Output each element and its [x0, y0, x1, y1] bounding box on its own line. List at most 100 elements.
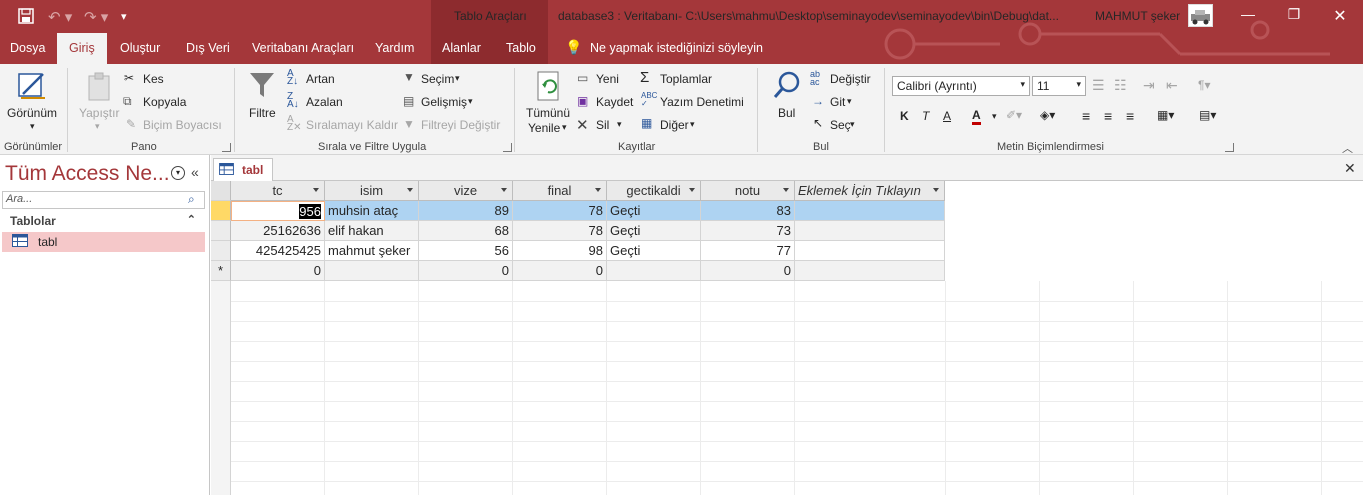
goto-button[interactable]: Git [830, 95, 845, 109]
table-cell[interactable]: 0 [231, 261, 325, 281]
more-button[interactable]: Diğer [660, 118, 689, 132]
toggle-filter-button[interactable]: Filtreyi Değiştir [421, 118, 500, 132]
select-button[interactable]: Seç [830, 118, 851, 132]
table-cell[interactable]: 83 [701, 201, 795, 221]
align-right-icon[interactable]: ≡ [1126, 108, 1134, 124]
paste-icon[interactable] [86, 72, 114, 105]
table-cell[interactable] [795, 261, 945, 281]
nav-item-tabl[interactable]: tabl [2, 232, 205, 252]
fill-color-icon[interactable]: ◈▾ [1040, 108, 1055, 122]
descending-button[interactable]: Azalan [306, 95, 343, 109]
tab-external-data[interactable]: Dış Veri [186, 41, 230, 55]
goto-dropdown-icon[interactable]: ▾ [847, 96, 852, 107]
save-icon[interactable] [18, 8, 34, 28]
table-cell[interactable]: 25162636 [231, 221, 325, 241]
refresh-all-label-1[interactable]: Tümünü [526, 106, 570, 120]
collapse-ribbon-icon[interactable]: ︿ [1342, 140, 1353, 156]
table-cell[interactable]: 89 [419, 201, 513, 221]
tab-create[interactable]: Oluştur [120, 41, 160, 55]
nav-pane-title[interactable]: Tüm Access Ne... [5, 162, 170, 186]
font-size-combo[interactable]: 11 ▾ [1032, 76, 1086, 96]
nav-menu-chevron-icon[interactable]: ▾ [171, 166, 185, 180]
font-name-combo[interactable]: Calibri (Ayrıntı) ▾ [892, 76, 1030, 96]
numbering-icon[interactable]: ☷ [1114, 77, 1127, 94]
paste-dropdown-icon[interactable]: ▾ [95, 121, 100, 132]
tab-help[interactable]: Yardım [375, 41, 414, 55]
copy-button[interactable]: Kopyala [143, 95, 186, 109]
row-selector[interactable] [211, 241, 231, 261]
column-dropdown-icon[interactable] [407, 188, 413, 192]
delete-dropdown-icon[interactable]: ▾ [617, 119, 622, 130]
column-dropdown-icon[interactable] [313, 188, 319, 192]
new-record-button[interactable]: Yeni [596, 72, 619, 86]
new-record-marker[interactable]: * [211, 261, 231, 281]
table-cell[interactable]: mahmut şeker [325, 241, 419, 261]
refresh-icon[interactable] [536, 70, 562, 105]
view-button[interactable]: Görünüm [7, 106, 57, 120]
table-cell[interactable]: 73 [701, 221, 795, 241]
bullets-icon[interactable]: ☰ [1092, 77, 1105, 94]
selection-button[interactable]: Seçim [421, 72, 454, 86]
alternate-row-color-icon[interactable]: ▤▾ [1199, 108, 1216, 122]
gridlines-icon[interactable]: ▦▾ [1157, 108, 1174, 122]
tab-home[interactable]: Giriş [57, 33, 107, 64]
tab-table[interactable]: Tablo [506, 41, 536, 55]
table-cell[interactable]: elif hakan [325, 221, 419, 241]
italic-button[interactable]: T [922, 109, 929, 123]
indent-increase-icon[interactable]: ⇥ [1143, 77, 1155, 94]
column-header-vize[interactable]: vize [419, 181, 513, 201]
redo-icon[interactable]: ↷ ▾ [84, 8, 108, 26]
tab-file[interactable]: Dosya [10, 41, 45, 55]
underline-button[interactable]: A [943, 109, 951, 123]
table-cell[interactable]: 78 [513, 221, 607, 241]
format-painter-button[interactable]: Biçim Boyacısı [143, 118, 222, 132]
table-cell[interactable]: 56 [419, 241, 513, 261]
table-cell[interactable]: Geçti [607, 201, 701, 221]
clipboard-launcher-icon[interactable] [222, 143, 231, 152]
shutter-bar-icon[interactable]: « [191, 164, 199, 180]
column-header-notu[interactable]: notu [701, 181, 795, 201]
find-icon[interactable] [772, 70, 802, 103]
column-header-final[interactable]: final [513, 181, 607, 201]
table-cell[interactable] [795, 201, 945, 221]
more-dropdown-icon[interactable]: ▾ [690, 119, 695, 130]
table-cell[interactable]: muhsin ataç [325, 201, 419, 221]
close-document-icon[interactable]: ✕ [1344, 160, 1356, 177]
selection-dropdown-icon[interactable]: ▾ [455, 73, 460, 84]
view-dropdown-icon[interactable]: ▾ [30, 121, 35, 132]
table-cell[interactable] [795, 221, 945, 241]
totals-button[interactable]: Toplamlar [660, 72, 712, 86]
table-cell[interactable] [607, 261, 701, 281]
refresh-dropdown-icon[interactable]: ▾ [562, 122, 567, 133]
table-cell[interactable]: 0 [419, 261, 513, 281]
view-icon[interactable] [17, 70, 49, 105]
table-cell[interactable]: Geçti [607, 241, 701, 261]
paragraph-direction-icon[interactable]: ¶▾ [1198, 78, 1210, 92]
advanced-dropdown-icon[interactable]: ▾ [468, 96, 473, 107]
save-record-button[interactable]: Kaydet [596, 95, 633, 109]
table-cell[interactable]: 77 [701, 241, 795, 261]
sort-launcher-icon[interactable] [503, 143, 512, 152]
table-cell[interactable]: 78 [513, 201, 607, 221]
tell-me-box[interactable]: Ne yapmak istediğinizi söyleyin [590, 41, 763, 55]
text-launcher-icon[interactable] [1225, 143, 1234, 152]
indent-decrease-icon[interactable]: ⇤ [1166, 77, 1178, 94]
spelling-button[interactable]: Yazım Denetimi [660, 95, 744, 109]
column-header-isim[interactable]: isim [325, 181, 419, 201]
delete-button[interactable]: Sil [596, 118, 609, 132]
table-cell[interactable]: 68 [419, 221, 513, 241]
nav-category-header[interactable]: Tablolar ⌃ [2, 212, 205, 230]
highlight-icon[interactable]: ✐▾ [1006, 108, 1022, 122]
column-dropdown-icon[interactable] [501, 188, 507, 192]
filter-button[interactable]: Filtre [249, 106, 276, 120]
advanced-button[interactable]: Gelişmiş [421, 95, 467, 109]
ascending-button[interactable]: Artan [306, 72, 335, 86]
align-center-icon[interactable]: ≡ [1104, 108, 1112, 124]
bold-button[interactable]: K [900, 109, 909, 123]
font-color-dropdown-icon[interactable]: ▾ [992, 111, 997, 122]
refresh-all-label-2[interactable]: Yenile [528, 121, 560, 135]
tab-database-tools[interactable]: Veritabanı Araçları [252, 41, 354, 55]
table-cell[interactable]: 956 [231, 201, 325, 221]
column-dropdown-icon[interactable] [595, 188, 601, 192]
remove-sort-button[interactable]: Sıralamayı Kaldır [306, 118, 398, 132]
